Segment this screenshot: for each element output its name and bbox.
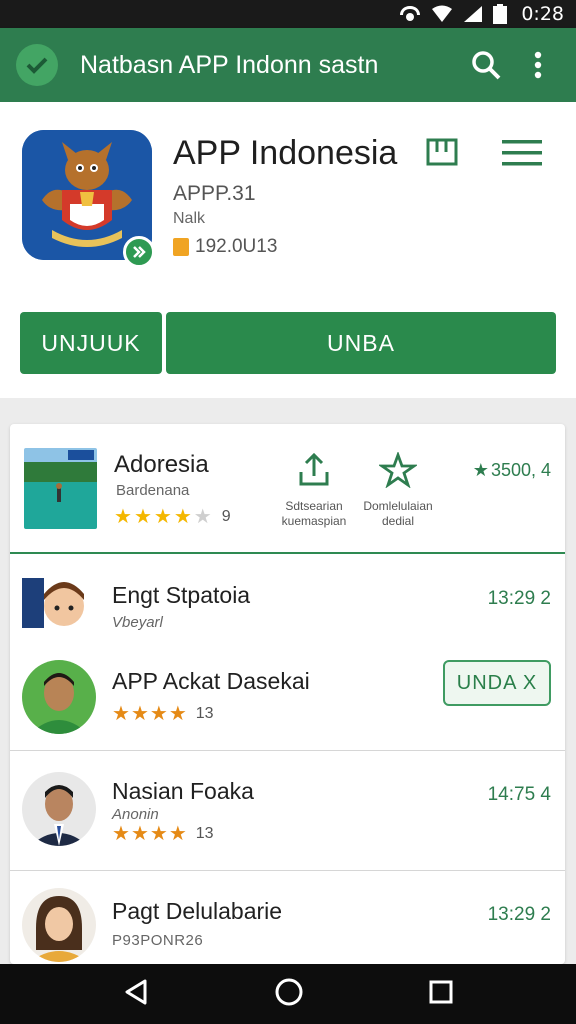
avatar <box>22 772 96 846</box>
divider <box>10 750 565 751</box>
back-button[interactable] <box>123 978 149 1011</box>
clock: 0:28 <box>521 3 564 25</box>
star-icon: ★ <box>114 506 132 528</box>
list-item-name: Engt Stpatoia <box>112 582 251 608</box>
share-action[interactable]: Sdtsearian kuemaspian <box>269 452 359 529</box>
star-icon: ★ <box>149 703 168 725</box>
rating-count: 13 <box>195 705 214 722</box>
star-icon: ★ <box>133 506 152 528</box>
size-chip-icon <box>173 238 189 256</box>
hamburger-icon <box>502 140 542 166</box>
star-icon: ★ <box>112 703 130 725</box>
unba-button[interactable]: UNBA <box>166 312 556 374</box>
price-star-icon: ★ <box>472 460 489 480</box>
star-icon: ★ <box>149 823 168 845</box>
rating-count: 13 <box>195 825 214 842</box>
list-item-name: Nasian Foaka <box>112 778 254 804</box>
related-apps-card: Adoresia Bardenana ★ ★ ★ ★ ★ 9 Sdtsearia… <box>10 424 565 964</box>
featured-price: ★ 3500, 4 <box>473 460 551 481</box>
unda-button[interactable]: UNDA X <box>443 660 551 706</box>
list-item[interactable]: Engt Stpatoia Vbeyarl 13:29 2 <box>10 554 565 656</box>
search-button[interactable] <box>464 43 508 87</box>
featured-rating: ★ ★ ★ ★ ★ 9 <box>114 507 231 527</box>
divider <box>10 870 565 871</box>
list-item[interactable]: Pagt Delulabarie P93PONR26 13:29 2 <box>10 872 565 964</box>
app-version: APPP.31 <box>173 182 256 205</box>
star-icon: ★ <box>112 823 130 845</box>
signal-icon <box>463 5 483 23</box>
star-outline-icon <box>377 450 419 489</box>
recents-button[interactable] <box>429 980 453 1009</box>
favorite-action[interactable]: Domlelulaian dedial <box>353 450 443 529</box>
home-icon <box>275 978 303 1005</box>
list-item[interactable]: APP Ackat Dasekai ★ ★ ★ ★ 13 UNDA X <box>10 644 565 752</box>
avatar <box>22 888 96 962</box>
featured-rating-count: 9 <box>221 508 231 525</box>
star-icon: ★ <box>130 823 149 845</box>
recents-icon <box>429 980 453 1003</box>
star-empty-icon: ★ <box>193 506 212 528</box>
hotspot-icon <box>399 4 421 24</box>
list-item-meta: 14:75 4 <box>487 784 551 805</box>
share-icon <box>299 452 329 486</box>
featured-item[interactable]: Adoresia Bardenana ★ ★ ★ ★ ★ 9 Sdtsearia… <box>10 424 565 554</box>
star-icon: ★ <box>168 703 187 725</box>
home-button[interactable] <box>274 977 304 1012</box>
action-buttons: UNJUUK UNBA <box>20 312 556 374</box>
check-logo-icon <box>16 44 58 86</box>
search-icon <box>472 51 501 80</box>
avatar <box>22 660 96 734</box>
star-icon: ★ <box>173 506 192 528</box>
app-size-text: 192.0U13 <box>195 236 278 257</box>
featured-thumbnail <box>24 448 97 529</box>
avatar <box>22 576 94 632</box>
featured-title: Adoresia <box>114 451 209 478</box>
list-item-sub: Vbeyarl <box>112 614 163 631</box>
app-name: APP Indonesia <box>173 134 398 172</box>
favorite-action-label: Domlelulaian dedial <box>363 499 433 528</box>
battery-icon <box>493 4 508 24</box>
wifi-icon <box>431 5 453 23</box>
list-item-name: APP Ackat Dasekai <box>112 668 310 694</box>
star-icon: ★ <box>153 506 172 528</box>
hamburger-menu-button[interactable] <box>502 140 542 171</box>
list-item-meta: 13:29 2 <box>487 904 551 925</box>
overflow-menu-button[interactable] <box>516 43 560 87</box>
star-icon: ★ <box>130 703 149 725</box>
verified-badge-icon <box>123 236 155 268</box>
system-nav-bar <box>0 964 576 1024</box>
featured-price-text: 3500, 4 <box>490 460 551 480</box>
status-bar: 0:28 <box>0 0 576 28</box>
app-size: 192.0U13 <box>173 236 277 258</box>
back-icon <box>125 979 147 1004</box>
list-item[interactable]: Nasian Foaka Anonin ★ ★ ★ ★ 13 14:75 4 <box>10 752 565 870</box>
app-bar-title: Natbasn APP Indonn sastn <box>80 50 379 79</box>
featured-subtitle: Bardenana <box>116 482 190 499</box>
list-item-meta: 13:29 2 <box>487 588 551 609</box>
bookmark-icon <box>426 138 458 166</box>
share-action-label: Sdtsearian kuemaspian <box>281 499 347 528</box>
list-item-sub: Anonin <box>112 806 159 823</box>
bookmark-button[interactable] <box>426 138 458 173</box>
list-item-sub: P93PONR26 <box>112 932 204 949</box>
app-developer[interactable]: Nalk <box>173 210 205 228</box>
app-bar: Natbasn APP Indonn sastn <box>0 28 576 102</box>
app-header-card: APP Indonesia APPP.31 Nalk 192.0U13 UNJU… <box>0 102 576 398</box>
unjuuk-button[interactable]: UNJUUK <box>20 312 162 374</box>
list-item-rating: ★ ★ ★ ★ 13 <box>112 704 214 724</box>
list-item-name: Pagt Delulabarie <box>112 898 283 924</box>
star-half-icon: ★ <box>168 823 187 845</box>
list-item-rating: ★ ★ ★ ★ 13 <box>112 824 214 844</box>
more-vert-icon <box>534 51 542 79</box>
